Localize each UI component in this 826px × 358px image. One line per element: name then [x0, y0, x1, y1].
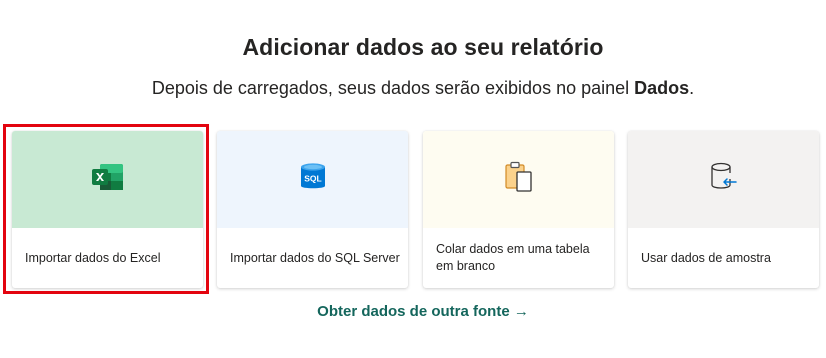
subtitle-text: Depois de carregados, seus dados serão e… — [151, 78, 635, 98]
import-excel-label: Importar dados do Excel — [25, 250, 161, 265]
sample-data-card[interactable]: Usar dados de amostra — [628, 131, 819, 288]
other-source-link[interactable]: Obter dados de outra fonte → — [0, 303, 826, 320]
page-title: Adicionar dados ao seu relatório — [242, 34, 604, 60]
subtitle-suffix: . — [689, 78, 695, 98]
paste-icon — [503, 160, 535, 199]
sample-data-thumbnail — [628, 131, 819, 228]
paste-data-label: Colar dados em uma tabela em branco — [436, 242, 590, 273]
import-sql-server-thumbnail: SQL — [217, 131, 408, 228]
paste-data-card[interactable]: Colar dados em uma tabela em branco — [423, 131, 614, 288]
import-excel-card[interactable]: Importar dados do Excel — [12, 131, 203, 288]
sql-server-icon: SQL — [299, 162, 327, 197]
other-source-link-text: Obter dados de outra fonte — [317, 303, 510, 320]
import-excel-thumbnail — [12, 131, 203, 228]
page-subtitle: Depois de carregados, seus dados serão e… — [0, 78, 826, 99]
excel-icon — [90, 161, 126, 198]
sql-icon-text: SQL — [304, 174, 321, 184]
add-data-page: Adicionar dados ao seu relatório Depois … — [0, 0, 826, 358]
sample-data-icon — [709, 161, 739, 198]
paste-data-thumbnail — [423, 131, 614, 228]
import-sql-server-label: Importar dados do SQL Server — [230, 250, 400, 265]
arrow-right-icon: → — [513, 303, 529, 320]
subtitle-bold-text: Dados — [634, 78, 690, 98]
sample-data-label: Usar dados de amostra — [641, 250, 771, 265]
import-sql-server-card[interactable]: SQL Importar dados do SQL Server — [217, 131, 408, 288]
